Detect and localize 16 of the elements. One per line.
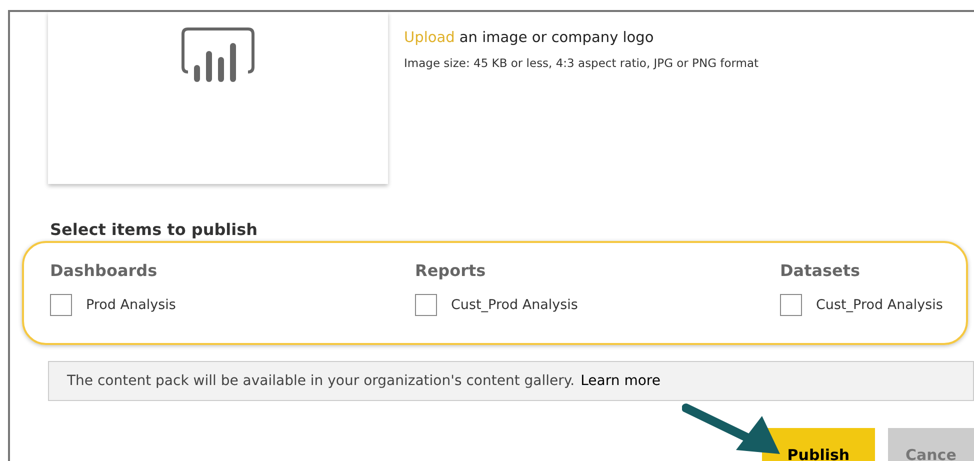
publish-button[interactable]: Publish <box>762 428 875 461</box>
checkbox[interactable] <box>415 294 437 316</box>
image-size-hint: Image size: 45 KB or less, 4:3 aspect ratio, JPG or PNG format <box>404 56 759 70</box>
checkbox[interactable] <box>50 294 72 316</box>
section-title: Select items to publish <box>50 220 259 239</box>
info-text: The content pack will be available in your organization's content gallery. <box>67 373 575 389</box>
upload-instruction: Upload an image or company logo <box>404 30 655 46</box>
learn-more-link[interactable]: Learn more <box>580 373 660 389</box>
column-heading: Dashboards <box>50 261 158 280</box>
checkbox[interactable] <box>780 294 802 316</box>
bar-chart-icon <box>180 26 256 84</box>
item-label: Cust_Prod Analysis <box>451 297 578 313</box>
item-label: Prod Analysis <box>86 297 176 313</box>
column-heading: Datasets <box>780 261 862 280</box>
item-label: Cust_Prod Analysis <box>816 297 943 313</box>
column-heading: Reports <box>415 261 487 280</box>
